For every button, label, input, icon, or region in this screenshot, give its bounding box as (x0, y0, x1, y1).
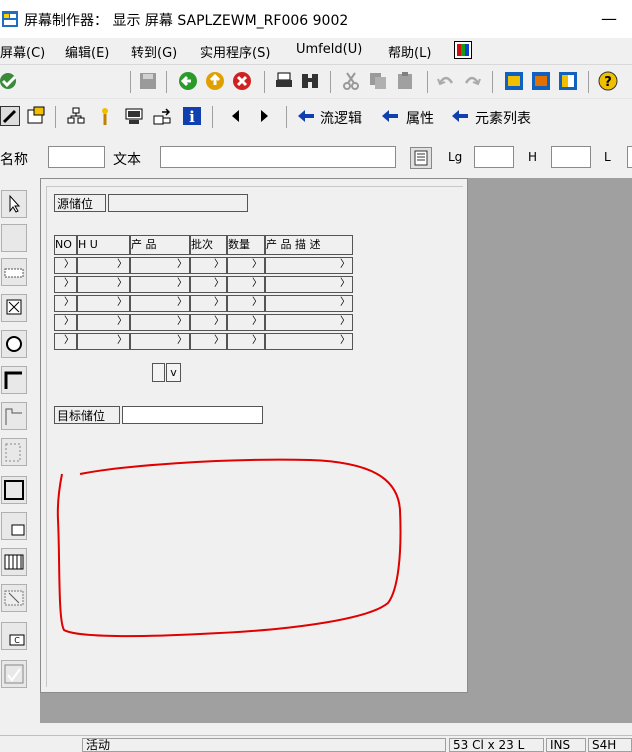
status-cursor-position: 53 Cl x 23 L (449, 738, 544, 752)
status-insert-mode: INS (546, 738, 586, 752)
red-annotation-loop (56, 458, 402, 638)
status-system: S4H (588, 738, 632, 752)
annotation-stroke (56, 458, 402, 638)
status-bar: 活动 53 Cl x 23 L INS S4H (0, 735, 632, 752)
status-mode: 活动 (82, 738, 446, 752)
